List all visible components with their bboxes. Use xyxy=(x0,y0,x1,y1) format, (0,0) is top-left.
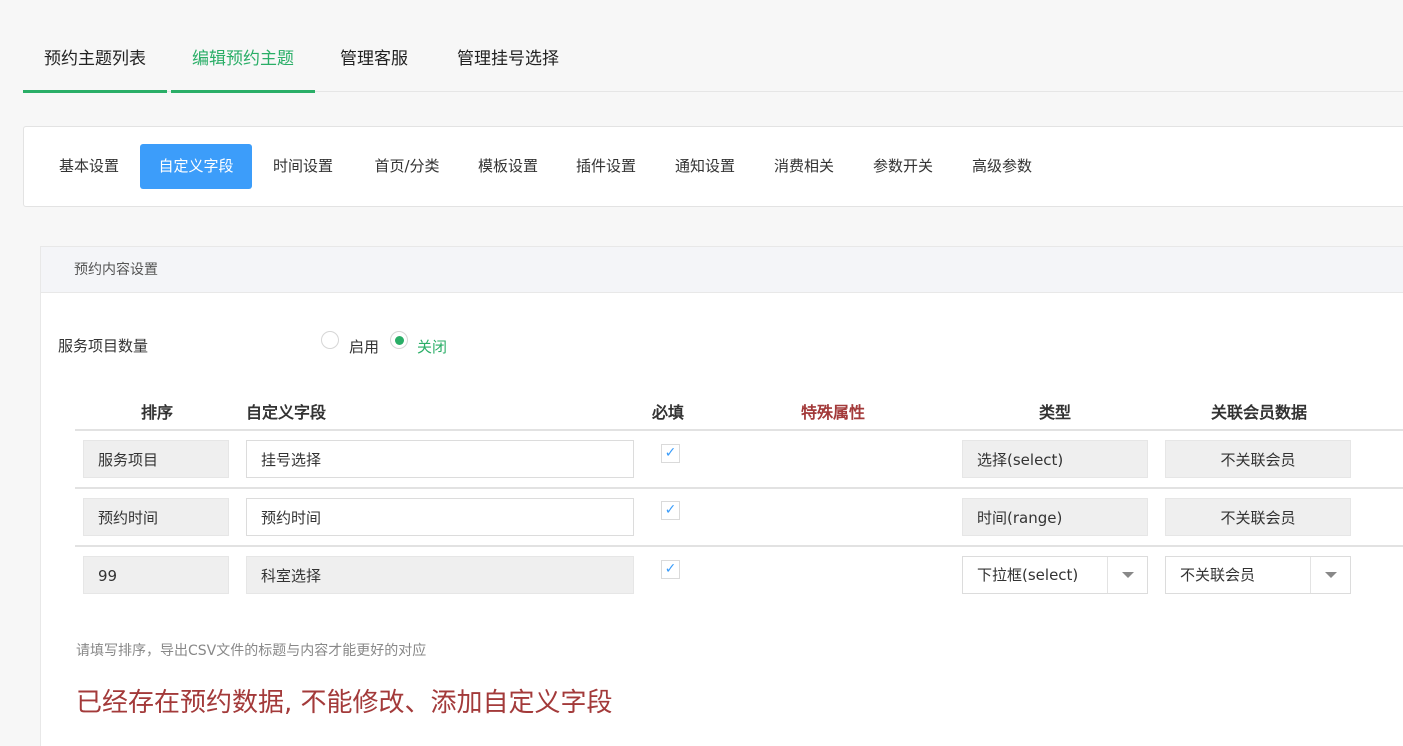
member-field: 不关联会员 xyxy=(1165,440,1351,478)
radio-disable-label: 关闭 xyxy=(417,338,448,356)
type-field: 选择(select) xyxy=(962,440,1148,478)
required-checkbox[interactable]: ✓ xyxy=(661,444,680,463)
required-checkbox[interactable]: ✓ xyxy=(661,501,680,520)
header-special-attribute: 特殊属性 xyxy=(801,403,866,422)
radio-enable-label: 启用 xyxy=(349,338,380,356)
member-select-value: 不关联会员 xyxy=(1180,566,1256,584)
custom-field-input: 科室选择 xyxy=(246,556,634,594)
sort-field: 预约时间 xyxy=(83,498,229,536)
radio-enable[interactable] xyxy=(321,331,339,349)
tab-manage-registration-selection[interactable]: 管理挂号选择 xyxy=(441,0,575,92)
table-divider xyxy=(75,545,1403,547)
tab-manage-customer-service[interactable]: 管理客服 xyxy=(323,0,425,92)
type-select-value: 下拉框(select) xyxy=(977,566,1079,584)
subnav-custom-fields[interactable]: 自定义字段 xyxy=(140,144,252,189)
member-select[interactable]: 不关联会员 xyxy=(1165,556,1351,594)
tab-label: 编辑预约主题 xyxy=(192,49,294,69)
tab-label: 管理客服 xyxy=(340,49,408,69)
appointment-content-panel: 预约内容设置 服务项目数量 启用 关闭 排序 自定义字段 必填 特殊属性 类型 … xyxy=(40,246,1403,746)
header-sort: 排序 xyxy=(141,403,174,422)
header-custom-field: 自定义字段 xyxy=(246,403,327,422)
sort-field: 服务项目 xyxy=(83,440,229,478)
subnav-plugin-settings[interactable]: 插件设置 xyxy=(560,144,652,189)
sort-field: 99 xyxy=(83,556,229,594)
table-divider xyxy=(75,429,1403,431)
tab-label: 预约主题列表 xyxy=(44,49,146,69)
member-field: 不关联会员 xyxy=(1165,498,1351,536)
tab-underline xyxy=(23,90,167,93)
table-divider xyxy=(75,487,1403,489)
subnav-time-settings[interactable]: 时间设置 xyxy=(257,144,349,189)
chevron-down-icon xyxy=(1310,557,1350,593)
header-required: 必填 xyxy=(652,403,685,422)
chevron-down-icon xyxy=(1107,557,1147,593)
subnav-notification-settings[interactable]: 通知设置 xyxy=(659,144,751,189)
settings-subnav: 基本设置 自定义字段 时间设置 首页/分类 模板设置 插件设置 通知设置 消费相… xyxy=(23,126,1403,207)
subnav-advanced-parameters[interactable]: 高级参数 xyxy=(956,144,1048,189)
subnav-template-settings[interactable]: 模板设置 xyxy=(462,144,554,189)
panel-title: 预约内容设置 xyxy=(41,247,1403,293)
header-type: 类型 xyxy=(1039,403,1072,422)
tab-label: 管理挂号选择 xyxy=(457,49,559,69)
sort-hint-text: 请填写排序，导出CSV文件的标题与内容才能更好的对应 xyxy=(76,643,427,659)
subnav-home-category[interactable]: 首页/分类 xyxy=(357,144,457,189)
custom-field-input[interactable]: 预约时间 xyxy=(246,498,634,536)
service-count-label: 服务项目数量 xyxy=(58,337,149,355)
radio-disable[interactable] xyxy=(390,331,408,349)
subnav-basic-settings[interactable]: 基本设置 xyxy=(41,144,137,189)
type-select[interactable]: 下拉框(select) xyxy=(962,556,1148,594)
type-field: 时间(range) xyxy=(962,498,1148,536)
subnav-consumption[interactable]: 消费相关 xyxy=(758,144,850,189)
header-member-data: 关联会员数据 xyxy=(1211,403,1308,422)
custom-field-input[interactable]: 挂号选择 xyxy=(246,440,634,478)
subnav-parameter-switches[interactable]: 参数开关 xyxy=(856,144,950,189)
tab-underline xyxy=(171,90,315,93)
tab-edit-appointment-topic[interactable]: 编辑预约主题 xyxy=(171,0,315,93)
locked-warning-text: 已经存在预约数据, 不能修改、添加自定义字段 xyxy=(76,688,613,718)
required-checkbox[interactable]: ✓ xyxy=(661,560,680,579)
tab-appointment-topic-list[interactable]: 预约主题列表 xyxy=(23,0,167,93)
top-tab-bar: 预约主题列表 编辑预约主题 管理客服 管理挂号选择 xyxy=(23,0,1403,93)
